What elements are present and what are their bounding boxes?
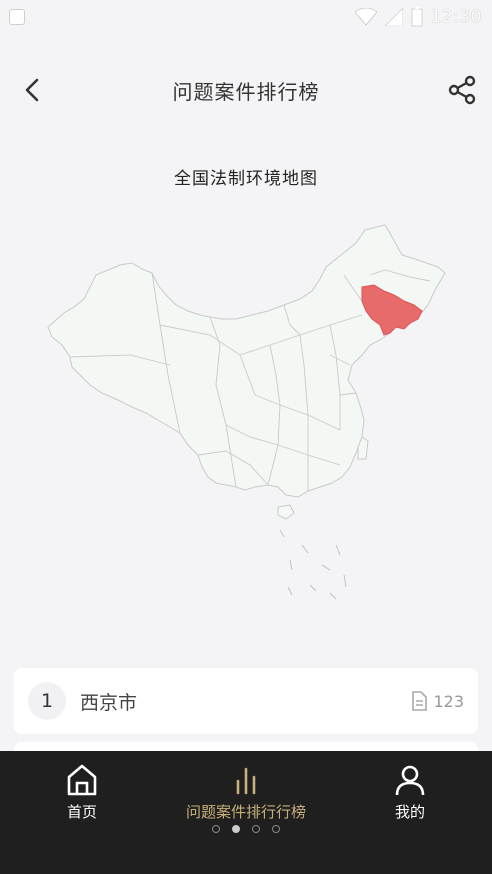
header: 问题案件排行榜 [0,62,492,118]
page-title: 问题案件排行榜 [172,79,320,104]
island-mark [309,584,317,592]
map-title: 全国法制环境地图 [174,169,318,189]
tab-ranking[interactable]: 问题案件排行行榜 [176,763,316,822]
tab-ranking-label: 问题案件排行行榜 [185,803,306,821]
rank-number: 1 [28,682,66,720]
island-mark [279,529,285,538]
share-icon [448,75,476,105]
island-mark [343,574,347,588]
back-button[interactable] [18,76,46,104]
page-dot [272,825,280,833]
tab-home[interactable]: 首页 [52,763,112,822]
notification-icon [10,10,24,24]
home-icon [67,764,97,796]
tab-home-label: 首页 [66,803,97,821]
page-dot [252,825,260,833]
chevron-left-icon [25,78,39,102]
china-map[interactable] [40,215,460,615]
wifi-icon [354,8,377,26]
status-bar: 12:30 [0,0,492,34]
bottom-tab-bar: 首页 问题案件排行行榜 我的 [0,751,492,874]
case-count: 123 [411,691,464,711]
share-button[interactable] [446,74,478,106]
island-mark [301,544,309,554]
ranking-item[interactable]: 1 西京市 123 [14,668,478,734]
island-mark [321,564,331,571]
island-mark [335,544,341,556]
rank-city-name: 西京市 [80,691,138,714]
island-mark [287,586,293,596]
island-mark [289,559,293,571]
signal-icon [384,8,403,26]
island-mark [329,592,337,600]
battery-icon [411,7,422,27]
document-icon [412,691,428,711]
south-sea-islands [279,529,347,600]
bar-chart-icon [236,767,256,795]
case-count-value: 123 [433,691,464,711]
page-dot [212,825,220,833]
user-icon [395,765,425,796]
page-dot-active [232,825,240,833]
page-indicator [0,825,492,833]
tab-mine-label: 我的 [394,803,425,821]
status-time: 12:30 [430,7,482,27]
tab-mine[interactable]: 我的 [380,763,440,822]
